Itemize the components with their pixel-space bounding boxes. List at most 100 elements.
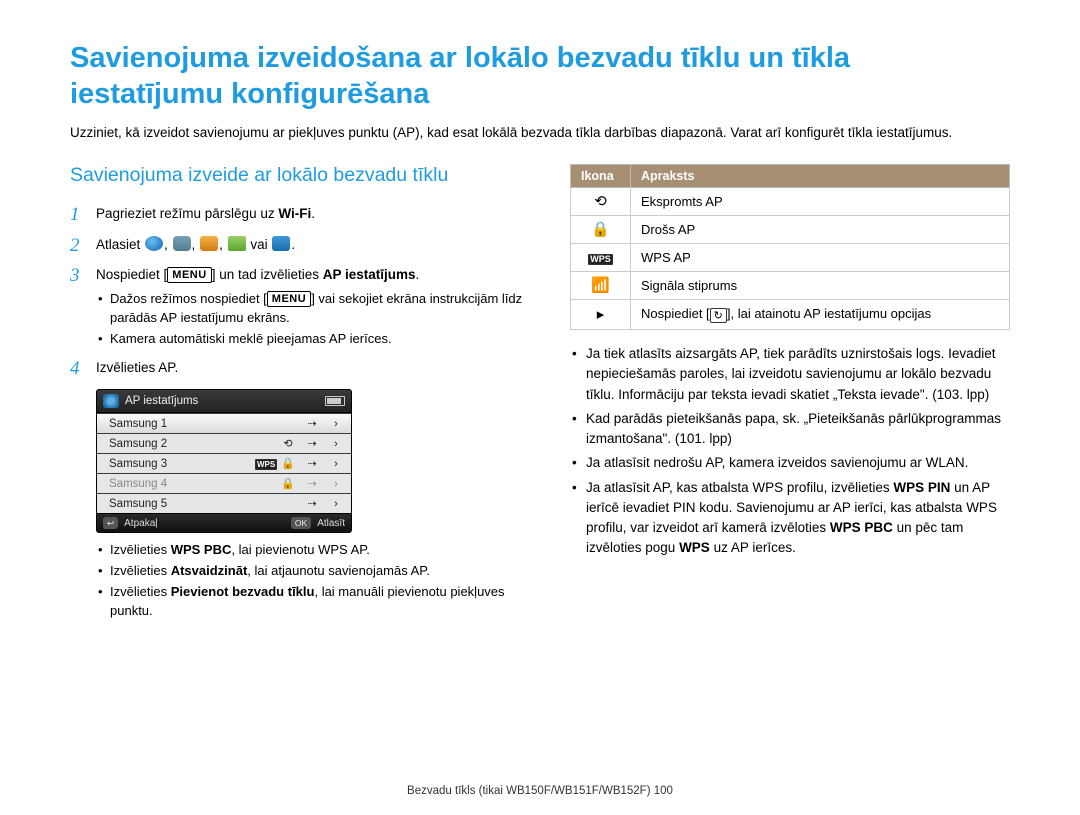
rb4: Ja atlasīsit AP, kas atbalsta WPS profil…	[570, 478, 1010, 559]
step3-subbullets: Dažos režīmos nospiediet [MENU] vai seko…	[96, 290, 530, 349]
table-row: WPS WPS AP	[571, 244, 1010, 272]
ap-name: Samsung 4	[109, 478, 273, 490]
intro-text: Uzziniet, kā izveidot savienojumu ar pie…	[70, 123, 1010, 143]
step3-b: ] un tad izvēlieties	[212, 267, 323, 282]
chevron-right-icon: ›	[327, 418, 345, 430]
t: Pievienot bezvadu tīklu	[171, 584, 315, 599]
step-1: 1 Pagrieziet režīmu pārslēgu uz Wi-Fi.	[70, 203, 530, 228]
ap-settings-screenshot: AP iestatījums Samsung 1 ⇢ › Samsung 2 ⟲…	[96, 389, 352, 533]
step-2: 2 Atlasiet , , , vai .	[70, 234, 530, 259]
share-icon	[272, 236, 290, 251]
right-column: Ikona Apraksts ⟲ Ekspromts AP 🔒 Drošs AP…	[570, 164, 1010, 623]
page-title: Savienojuma izveidošana ar lokālo bezvad…	[70, 40, 1010, 113]
wifi-signal-icon: 📶	[591, 278, 610, 293]
s3s1a: Dažos režīmos nospiediet [	[110, 291, 267, 306]
step-number: 4	[70, 357, 96, 382]
td-desc: Signāla stiprums	[631, 272, 1010, 300]
td-desc: Ekspromts AP	[631, 188, 1010, 216]
step-number: 2	[70, 234, 96, 259]
wifi-signal-icon: ⇢	[303, 477, 321, 490]
wps-icon: WPS	[588, 250, 613, 265]
chevron-right-icon: ▸	[597, 307, 605, 322]
th-icon: Ikona	[571, 165, 631, 188]
page-number: 100	[654, 785, 673, 797]
sep: ,	[219, 237, 227, 252]
td-desc: WPS AP	[631, 244, 1010, 272]
td-desc: Drošs AP	[631, 216, 1010, 244]
rb3: Ja atlasīsit nedrošu AP, kamera izveidos…	[570, 453, 1010, 473]
ap-name: Samsung 3	[109, 458, 249, 470]
step1-text-c: .	[311, 206, 315, 221]
step2-or: vai	[250, 237, 271, 252]
lock-icon: 🔒	[591, 222, 610, 237]
wps-icon: WPS	[255, 458, 273, 470]
menu-button-icon: MENU	[167, 267, 211, 283]
wifi-signal-icon: ⇢	[303, 457, 321, 470]
wifi-signal-icon: ⇢	[303, 497, 321, 510]
step-number: 3	[70, 264, 96, 289]
wifi-label: Wi-Fi	[278, 206, 311, 221]
section-subtitle: Savienojuma izveide ar lokālo bezvadu tī…	[70, 164, 530, 187]
t: , lai atjaunotu savienojamās AP.	[247, 563, 430, 578]
step1-text-a: Pagrieziet režīmu pārslēgu uz	[96, 206, 278, 221]
table-row: 🔒 Drošs AP	[571, 216, 1010, 244]
ap-name: Samsung 5	[109, 498, 297, 510]
t: Izvēlieties	[110, 542, 171, 557]
step2-end: .	[291, 237, 295, 252]
chevron-right-icon: ›	[327, 498, 345, 510]
select-label: Atlasīt	[317, 518, 345, 529]
t: WPS PBC	[830, 520, 893, 535]
step4-text: Izvēlieties AP.	[96, 357, 530, 379]
rb1: Ja tiek atlasīts aizsargāts AP, tiek par…	[570, 344, 1010, 405]
ap-name: Samsung 2	[109, 438, 273, 450]
ap-row[interactable]: Samsung 4 🔒 ⇢ ›	[97, 473, 351, 493]
lock-icon: 🔒	[279, 477, 297, 490]
ap-header: AP iestatījums	[97, 390, 351, 413]
ap-row[interactable]: Samsung 5 ⇢ ›	[97, 493, 351, 513]
ap-name: Samsung 1	[109, 418, 297, 430]
chevron-right-icon: ›	[327, 438, 345, 450]
wifi-signal-icon: ⇢	[303, 437, 321, 450]
step3-sub1: Dažos režīmos nospiediet [MENU] vai seko…	[96, 290, 530, 328]
rb2: Kad parādās pieteikšanās papa, sk. „Piet…	[570, 409, 1010, 450]
td-desc: Nospiediet [↻], lai atainotu AP iestatīj…	[631, 300, 1010, 330]
ap-row[interactable]: Samsung 3 WPS 🔒 ⇢ ›	[97, 453, 351, 473]
ap-row[interactable]: Samsung 1 ⇢ ›	[97, 413, 351, 433]
t: Ja atlasīsit AP, kas atbalsta WPS profil…	[586, 480, 893, 495]
step-number: 1	[70, 203, 96, 228]
step2-text-a: Atlasiet	[96, 237, 144, 252]
left-column: Savienojuma izveide ar lokālo bezvadu tī…	[70, 164, 530, 623]
table-row: ⟲ Ekspromts AP	[571, 188, 1010, 216]
t: , lai pievienotu WPS AP.	[231, 542, 370, 557]
icon-description-table: Ikona Apraksts ⟲ Ekspromts AP 🔒 Drošs AP…	[570, 164, 1010, 330]
t: WPS PBC	[171, 542, 232, 557]
menu-button-icon: MENU	[267, 291, 311, 307]
back-key-icon: ↩	[103, 517, 118, 529]
globe-icon	[145, 236, 163, 251]
step3-a: Nospiediet [	[96, 267, 167, 282]
ap-footer: ↩ Atpakaļ OK Atlasīt	[97, 513, 351, 532]
chevron-right-icon: ›	[327, 478, 345, 490]
table-row: ▸ Nospiediet [↻], lai atainotu AP iestat…	[571, 300, 1010, 330]
footer-text: Bezvadu tīkls (tikai WB150F/WB151F/WB152…	[407, 785, 654, 797]
table-row: 📶 Signāla stiprums	[571, 272, 1010, 300]
adhoc-icon: ⟲	[279, 437, 297, 450]
back-label: Atpakaļ	[124, 518, 157, 529]
ap-row[interactable]: Samsung 2 ⟲ ⇢ ›	[97, 433, 351, 453]
adhoc-icon: ⟲	[594, 194, 607, 209]
step3-sub2: Kamera automātiski meklē pieejamas AP ie…	[96, 330, 530, 349]
after-b2: Izvēlieties Atsvaidzināt, lai atjaunotu …	[96, 562, 530, 581]
ap-title: AP iestatījums	[125, 395, 198, 407]
th-desc: Apraksts	[631, 165, 1010, 188]
chevron-right-icon: ›	[327, 458, 345, 470]
t: Atsvaidzināt	[171, 563, 248, 578]
t: WPS PIN	[893, 480, 950, 495]
t: Izvēlieties	[110, 584, 171, 599]
content-columns: Savienojuma izveide ar lokālo bezvadu tī…	[70, 164, 1010, 623]
sep: ,	[164, 237, 172, 252]
sep: ,	[192, 237, 200, 252]
refresh-icon: ↻	[710, 308, 727, 323]
t: uz AP ierīces.	[710, 540, 796, 555]
wifi-signal-icon: ⇢	[303, 417, 321, 430]
cloud-icon	[173, 236, 191, 251]
